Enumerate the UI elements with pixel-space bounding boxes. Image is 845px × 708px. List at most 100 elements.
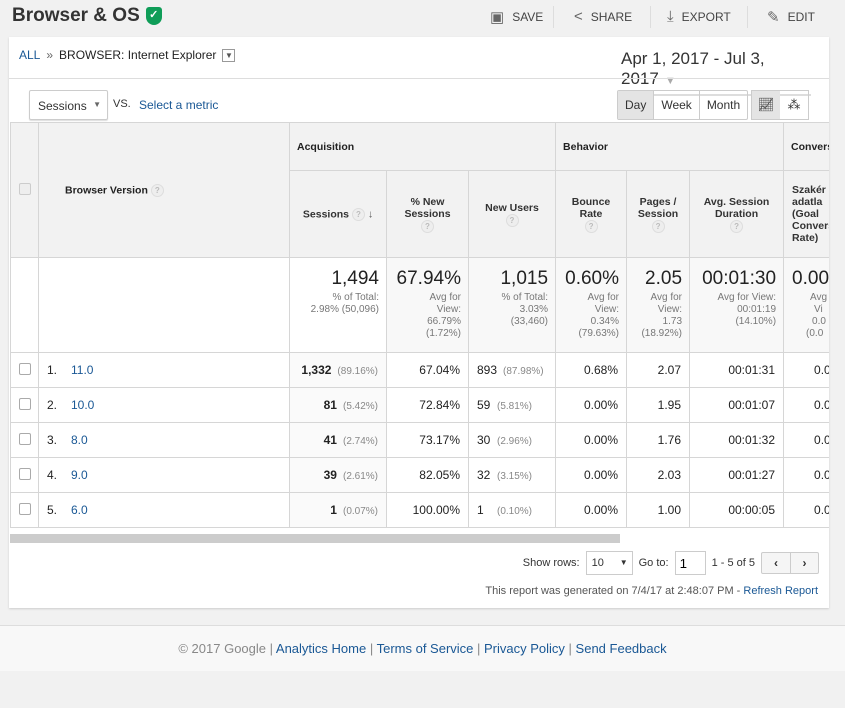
total-note: Avg for View: [717, 292, 777, 303]
breadcrumb-all-link[interactable]: ALL [19, 48, 40, 62]
metric-select[interactable]: Sessions ▼ [29, 90, 108, 120]
new-users-pct: (2.96%) [497, 436, 533, 447]
goto-input[interactable] [674, 551, 706, 575]
sort-desc-icon: ↓ [367, 207, 374, 220]
period-month-button[interactable]: Month [698, 91, 747, 119]
header-goal-conversion[interactable]: Szakér adatla (Goal Convers Rate) [783, 170, 829, 258]
header-avg-duration[interactable]: Avg. Session Duration? [689, 170, 785, 258]
avg-duration-cell: 00:01:32 [689, 422, 785, 458]
page-nav: ‹ › [761, 552, 819, 574]
export-icon: ⤓ [667, 8, 674, 25]
header-sessions[interactable]: Sessions ? ↓ [289, 170, 387, 258]
verified-shield-icon: ✓ [145, 7, 162, 25]
new-users-value: 32 [477, 468, 491, 482]
export-label: EXPORT [681, 9, 731, 24]
export-button[interactable]: ⤓ EXPORT [667, 8, 731, 25]
new-users-cell: 893 (87.98%) [467, 352, 557, 388]
save-button[interactable]: ▣ SAVE [490, 8, 543, 26]
date-range-text: Apr 1, 2017 - Jul 3, 2017 [621, 49, 765, 88]
browser-version-link[interactable]: 6.0 [71, 503, 88, 517]
breadcrumb-current: BROWSER: Internet Explorer [59, 48, 217, 62]
chevron-down-icon: ▼ [664, 75, 676, 87]
show-rows-select[interactable]: 10 ▼ [585, 551, 633, 575]
total-value: 0.60% [565, 268, 620, 289]
vs-label: VS. [113, 98, 131, 110]
refresh-report-link[interactable]: Refresh Report [743, 585, 818, 597]
new-sessions-cell: 67.04% [386, 352, 469, 388]
sessions-cell: 39 (2.61%) [289, 457, 387, 493]
privacy-policy-link[interactable]: Privacy Policy [484, 641, 565, 656]
sessions-pct: (2.61%) [342, 471, 378, 482]
edit-label: EDIT [787, 10, 815, 24]
row-checkbox[interactable] [18, 362, 31, 375]
header-new-users[interactable]: New Users? [467, 170, 557, 258]
total-note: View: [436, 304, 461, 315]
row-checkbox[interactable] [18, 502, 31, 515]
total-value: 1,015 [500, 268, 549, 289]
period-week-button[interactable]: Week [653, 91, 698, 119]
generated-text: This report was generated on 7/4/17 at 2… [485, 585, 741, 597]
help-icon[interactable]: ? [651, 219, 665, 233]
row-checkbox[interactable] [18, 467, 31, 480]
header-label: % New Sessions [404, 195, 451, 220]
help-icon[interactable]: ? [505, 213, 519, 227]
header-label: Bounce Rate [571, 195, 611, 220]
row-index: 2. [47, 398, 58, 412]
total-note: Vi [814, 304, 823, 315]
breadcrumb-dropdown-icon[interactable]: ▼ [222, 48, 236, 62]
select-all-checkbox[interactable] [18, 182, 31, 195]
browser-version-cell: 5. 6.0 [38, 492, 290, 528]
help-icon[interactable]: ? [150, 183, 164, 197]
header-new-sessions[interactable]: % New Sessions? [386, 170, 469, 258]
help-icon[interactable]: ? [421, 219, 434, 233]
terms-of-service-link[interactable]: Terms of Service [377, 641, 474, 656]
header-label: Szakér adatla (Goal Convers Rate) [792, 184, 829, 244]
total-note: % of Total: [501, 292, 549, 303]
motion-chart-icon[interactable]: ⁂ [780, 91, 808, 119]
totals-empty [10, 257, 39, 353]
new-users-pct: (87.98%) [503, 366, 544, 377]
new-users-value: 30 [477, 433, 491, 447]
period-toggle: Day Week Month [617, 90, 749, 120]
analytics-home-link[interactable]: Analytics Home [276, 641, 366, 656]
header-bounce-rate[interactable]: Bounce Rate? [555, 170, 628, 258]
row-checkbox[interactable] [18, 397, 31, 410]
table-row: 5. 6.0 1 (0.07%) 100.00% 1 (0.10%) 0.00% 1.… [10, 492, 829, 528]
browser-version-link[interactable]: 8.0 [71, 433, 88, 447]
line-chart-icon[interactable]: 📈︎ [752, 91, 780, 119]
new-users-pct: (5.81%) [497, 401, 533, 412]
date-range-picker[interactable]: Apr 1, 2017 - Jul 3, 2017 ▼ [621, 49, 811, 96]
browser-version-link[interactable]: 9.0 [71, 468, 88, 482]
horizontal-scrollbar[interactable] [10, 534, 620, 543]
edit-button[interactable]: ✎ EDIT [767, 8, 815, 26]
help-icon[interactable]: ? [730, 219, 744, 233]
browser-version-link[interactable]: 11.0 [71, 363, 93, 377]
help-icon[interactable]: ? [584, 219, 598, 233]
table-row: 2. 10.0 81 (5.42%) 72.84% 59 (5.81%) 0.00% … [10, 387, 829, 423]
table-row: 3. 8.0 41 (2.74%) 73.17% 30 (2.96%) 0.00% 1… [10, 422, 829, 458]
browser-version-cell: 3. 8.0 [38, 422, 290, 458]
browser-version-link[interactable]: 10.0 [71, 398, 94, 412]
row-index: 3. [47, 433, 58, 447]
total-note: Avg [810, 292, 828, 303]
show-rows-label: Show rows: [522, 557, 580, 569]
prev-page-button[interactable]: ‹ [762, 553, 790, 573]
send-feedback-link[interactable]: Send Feedback [576, 641, 667, 656]
title-text: Browser & OS [12, 5, 140, 26]
total-value: 00:01:30 [702, 268, 777, 289]
share-button[interactable]: < SHARE [574, 8, 632, 25]
total-note: 0.34% [590, 316, 620, 327]
next-page-button[interactable]: › [790, 553, 818, 573]
save-icon: ▣ [490, 9, 505, 26]
select-metric-link[interactable]: Select a metric [139, 98, 218, 112]
header-label: Sessions [302, 207, 349, 220]
header-browser-version[interactable]: Browser Version ? [38, 122, 290, 258]
row-checkbox[interactable] [18, 432, 31, 445]
select-all-cell [10, 122, 39, 258]
help-icon[interactable]: ? [351, 207, 365, 221]
divider [650, 6, 651, 28]
total-note: 2.98% (50,096) [310, 304, 379, 315]
header-pages-session[interactable]: Pages / Session? [626, 170, 691, 258]
new-users-pct: (3.15%) [497, 471, 533, 482]
period-day-button[interactable]: Day [618, 91, 654, 119]
